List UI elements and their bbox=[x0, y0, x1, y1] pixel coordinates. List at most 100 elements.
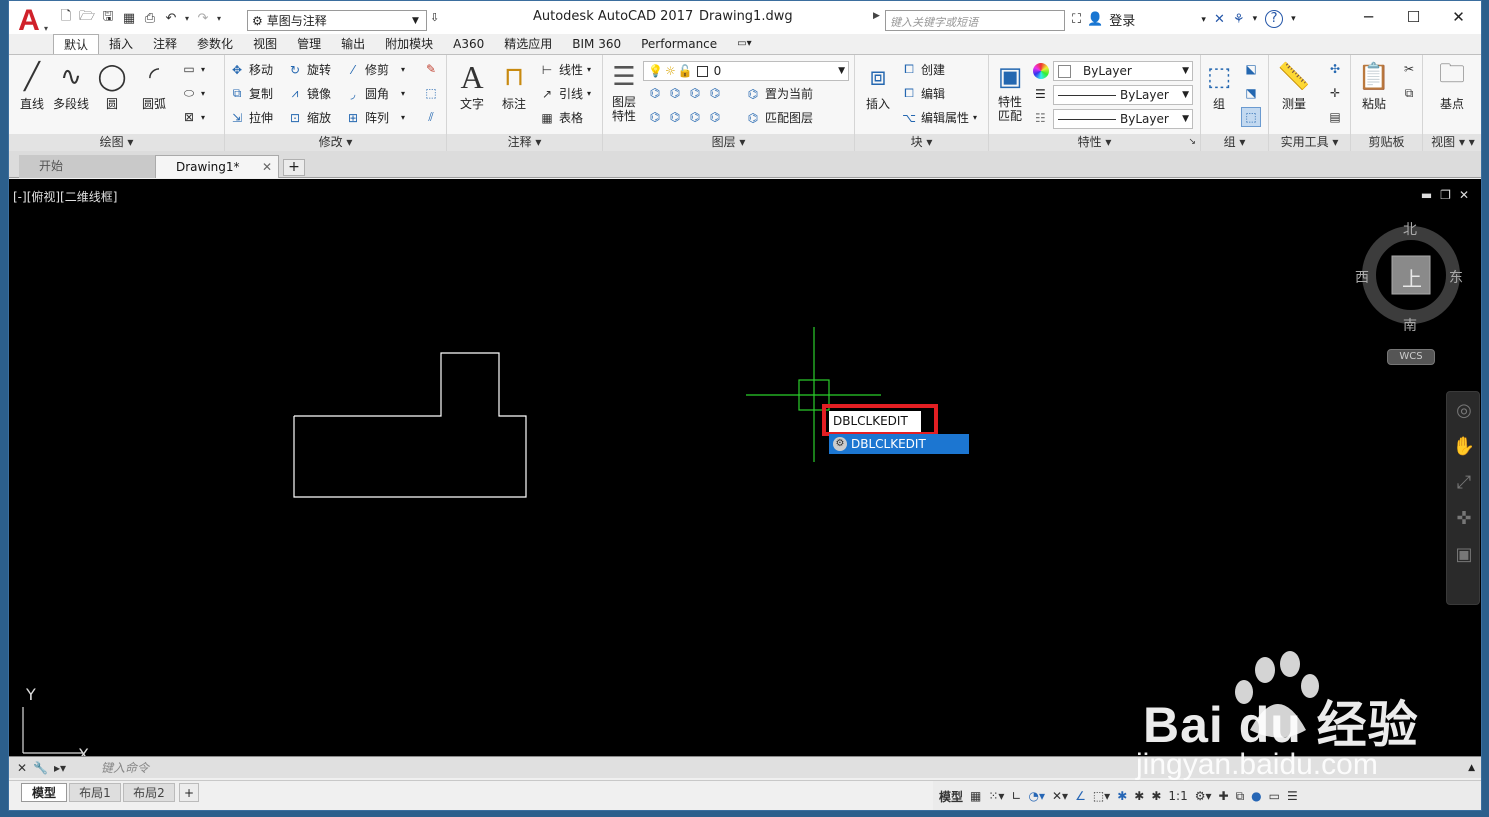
panel-block-title[interactable]: 块 ▾ bbox=[855, 134, 988, 151]
grid-icon[interactable]: ▦ bbox=[970, 789, 981, 803]
leader-button[interactable]: ↗ 引线 ▾ bbox=[539, 85, 591, 102]
compass-south[interactable]: 南 bbox=[1403, 315, 1417, 335]
table-button[interactable]: ▦ 表格 bbox=[539, 109, 583, 126]
scale-button[interactable]: ⊡ 缩放 bbox=[287, 109, 331, 126]
model-space-toggle[interactable]: 模型 bbox=[939, 788, 963, 805]
erase-button[interactable]: ✎ bbox=[423, 61, 439, 77]
autocomplete-suggestion[interactable]: ⚙ DBLCLKEDIT bbox=[829, 434, 969, 454]
layer-properties-button[interactable]: ☰ 图层 特性 bbox=[605, 59, 643, 123]
workspace-dropdown[interactable]: ⚙ 草图与注释 ▼ bbox=[247, 10, 427, 31]
edit-block-button[interactable]: ⧠ 编辑 bbox=[901, 85, 945, 102]
panel-view-title[interactable]: 视图 ▾ ▾ bbox=[1423, 134, 1481, 151]
search-input[interactable]: 键入关键字或短语 bbox=[885, 10, 1065, 31]
polar-icon[interactable]: ◔▾ bbox=[1029, 789, 1046, 803]
layer-unisolate-icon[interactable]: ⌬ bbox=[667, 109, 683, 125]
new-tab-button[interactable]: + bbox=[283, 159, 305, 176]
tab-performance[interactable]: Performance bbox=[631, 34, 727, 54]
orbit-icon[interactable]: ✜ bbox=[1447, 500, 1481, 536]
tab-a360[interactable]: A360 bbox=[443, 34, 494, 54]
match-properties-button[interactable]: ▣ 特性 匹配 bbox=[991, 59, 1029, 123]
annotation-autoscale-icon[interactable]: ✱ bbox=[1134, 789, 1144, 803]
stretch-button[interactable]: ⇲ 拉伸 bbox=[229, 109, 273, 126]
polyline-button[interactable]: ∿ 多段线 bbox=[49, 59, 93, 112]
layout-tab-layout2[interactable]: 布局2 bbox=[123, 783, 175, 802]
panel-annotation-title[interactable]: 注释 ▾ bbox=[447, 134, 602, 151]
showmotion-icon[interactable]: ▣ bbox=[1447, 536, 1481, 572]
snap-icon[interactable]: ⁙▾ bbox=[988, 789, 1004, 803]
insert-block-button[interactable]: ⧈ 插入 bbox=[857, 59, 899, 112]
hatch-button[interactable]: ⬭ ▾ bbox=[181, 85, 205, 101]
group-selection-toggle[interactable]: ⬚ bbox=[1241, 107, 1261, 127]
calculator-button[interactable]: ▤ bbox=[1327, 109, 1343, 125]
fillet-button[interactable]: ◞ 圆角 ▾ bbox=[345, 85, 405, 102]
group-button[interactable]: ⬚ 组 bbox=[1201, 59, 1237, 112]
chevron-down-icon[interactable]: ▾ bbox=[1291, 14, 1296, 24]
set-current-button[interactable]: ⌬ 置为当前 bbox=[745, 85, 813, 102]
pan-hand-icon[interactable]: ✋ bbox=[1447, 428, 1481, 464]
panel-modify-title[interactable]: 修改 ▾ bbox=[225, 134, 446, 151]
print-icon[interactable]: ⎙ bbox=[141, 9, 159, 27]
layer-isolate-icon[interactable]: ⌬ bbox=[667, 85, 683, 101]
linear-button[interactable]: ⊢ 线性 ▾ bbox=[539, 61, 591, 78]
quick-select-button[interactable]: ✣ bbox=[1327, 61, 1343, 77]
wcs-menu[interactable]: WCS bbox=[1387, 349, 1435, 365]
panel-groups-title[interactable]: 组 ▾ bbox=[1201, 134, 1268, 151]
explode-button[interactable]: ⬚ bbox=[423, 85, 439, 101]
tab-manage[interactable]: 管理 bbox=[287, 34, 331, 54]
gear-icon[interactable]: ⚙▾ bbox=[1195, 789, 1212, 803]
rectangle-button[interactable]: ▭ ▾ bbox=[181, 61, 205, 77]
cut-button[interactable]: ✂ bbox=[1401, 61, 1417, 77]
close-icon[interactable]: ✕ bbox=[1436, 1, 1481, 33]
text-button[interactable]: A 文字 bbox=[451, 59, 493, 112]
panel-utilities-title[interactable]: 实用工具 ▾ bbox=[1269, 134, 1350, 151]
mirror-button[interactable]: ⩘ 镜像 bbox=[287, 85, 331, 102]
linetype-dropdown[interactable]: ByLayer ▼ bbox=[1053, 85, 1193, 105]
layer-freeze-icon[interactable]: ⌬ bbox=[687, 85, 703, 101]
annotation-scale-icon[interactable]: ✱ bbox=[1151, 789, 1161, 803]
lineweight-dropdown[interactable]: ByLayer ▼ bbox=[1053, 109, 1193, 129]
annotation-scale-value[interactable]: 1:1 bbox=[1168, 789, 1187, 803]
annotation-visibility-icon[interactable]: ✱ bbox=[1117, 789, 1127, 803]
tab-parametric[interactable]: 参数化 bbox=[187, 34, 243, 54]
close-icon[interactable]: ✕ bbox=[17, 761, 27, 775]
trim-button[interactable]: ⁄ 修剪 ▾ bbox=[345, 61, 405, 78]
save-icon[interactable]: 🖫 bbox=[99, 9, 117, 27]
measure-button[interactable]: 📏 测量 bbox=[1273, 59, 1315, 112]
layer-thaw-icon[interactable]: ⌬ bbox=[687, 109, 703, 125]
line-button[interactable]: ╱ 直线 bbox=[11, 59, 53, 112]
array-button[interactable]: ⊞ 阵列 ▾ bbox=[345, 109, 405, 126]
command-prompt-icon[interactable]: ▸▾ bbox=[54, 761, 66, 775]
base-view-button[interactable]: 🗀 基点 bbox=[1431, 59, 1473, 112]
tab-drawing1[interactable]: Drawing1* ✕ bbox=[155, 155, 279, 178]
a360-icon[interactable]: ⚘ bbox=[1233, 12, 1245, 27]
hardware-acceleration-icon[interactable]: ● bbox=[1251, 789, 1261, 803]
layer-off-icon[interactable]: ⌬ bbox=[647, 85, 663, 101]
dynamic-ucs-icon[interactable]: ⬚▾ bbox=[1093, 789, 1110, 803]
layout-tab-layout1[interactable]: 布局1 bbox=[69, 783, 121, 802]
create-block-button[interactable]: ⧠ 创建 bbox=[901, 61, 945, 78]
customize-qat-icon[interactable]: ⇩ bbox=[430, 11, 439, 24]
steering-wheel-icon[interactable]: ◎ bbox=[1447, 392, 1481, 428]
chevron-up-icon[interactable]: ▲ bbox=[1468, 763, 1481, 773]
tab-view[interactable]: 视图 bbox=[243, 34, 287, 54]
layer-lock-icon[interactable]: ⌬ bbox=[707, 85, 723, 101]
dimension-button[interactable]: ⊓ 标注 bbox=[493, 59, 535, 112]
chevron-down-icon[interactable]: ▾ bbox=[215, 9, 223, 27]
compass-west[interactable]: 西 bbox=[1355, 267, 1369, 287]
ortho-icon[interactable]: ∟ bbox=[1011, 789, 1021, 803]
new-file-icon[interactable]: 🗋 bbox=[57, 9, 75, 27]
chevron-down-icon[interactable]: ▾ bbox=[183, 9, 191, 27]
undo-icon[interactable]: ↶ bbox=[162, 9, 180, 27]
paste-button[interactable]: 📋 粘贴 bbox=[1353, 59, 1395, 112]
match-layer-button[interactable]: ⌬ 匹配图层 bbox=[745, 109, 813, 126]
wrench-icon[interactable]: 🔧 bbox=[33, 761, 48, 775]
color-dropdown[interactable]: ByLayer ▼ bbox=[1053, 61, 1193, 81]
boundary-button[interactable]: ⊠ ▾ bbox=[181, 109, 205, 125]
search-expand-icon[interactable]: ▶ bbox=[873, 11, 880, 21]
otrack-icon[interactable]: ∠ bbox=[1075, 789, 1086, 803]
panel-draw-title[interactable]: 绘图 ▾ bbox=[9, 134, 224, 151]
clean-screen-icon[interactable]: ▭ bbox=[1269, 789, 1280, 803]
compass-north[interactable]: 北 bbox=[1403, 219, 1417, 239]
open-folder-icon[interactable]: 🗁 bbox=[78, 9, 96, 27]
layout-tab-model[interactable]: 模型 bbox=[21, 783, 67, 802]
